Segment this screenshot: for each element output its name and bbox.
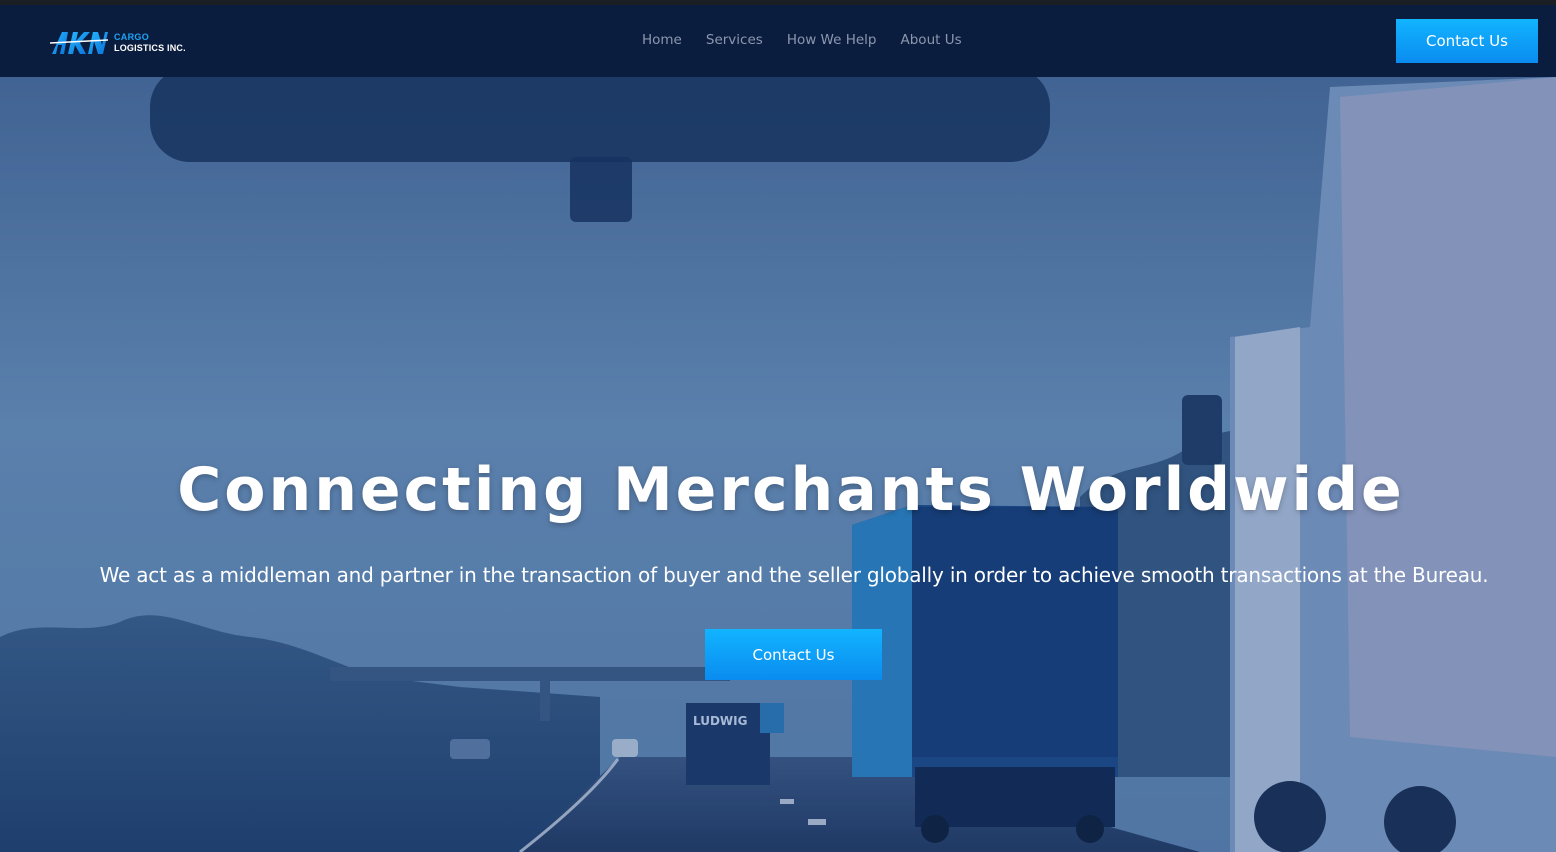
akn-logo-icon bbox=[50, 32, 108, 54]
navbar: CARGO LOGISTICS INC. Home Services How W… bbox=[0, 5, 1556, 77]
main-nav: Home Services How We Help About Us bbox=[642, 32, 962, 48]
logo-text-cargo: CARGO bbox=[114, 32, 149, 42]
hero-subtitle: We act as a middleman and partner in the… bbox=[99, 563, 1489, 587]
hero-title: Connecting Merchants Worldwide bbox=[177, 455, 1405, 525]
nav-link-how-we-help[interactable]: How We Help bbox=[787, 32, 877, 48]
brand-logo[interactable]: CARGO LOGISTICS INC. bbox=[50, 30, 210, 56]
nav-link-about-us[interactable]: About Us bbox=[901, 32, 962, 48]
logo-text-logistics: LOGISTICS INC. bbox=[114, 43, 186, 53]
hero-section: LUDWIG Connecting Merchants Worldwide We… bbox=[0, 77, 1556, 852]
nav-link-home[interactable]: Home bbox=[642, 32, 682, 48]
nav-link-services[interactable]: Services bbox=[706, 32, 763, 48]
nav-contact-button[interactable]: Contact Us bbox=[1396, 19, 1538, 63]
hero-contact-button[interactable]: Contact Us bbox=[705, 629, 882, 680]
